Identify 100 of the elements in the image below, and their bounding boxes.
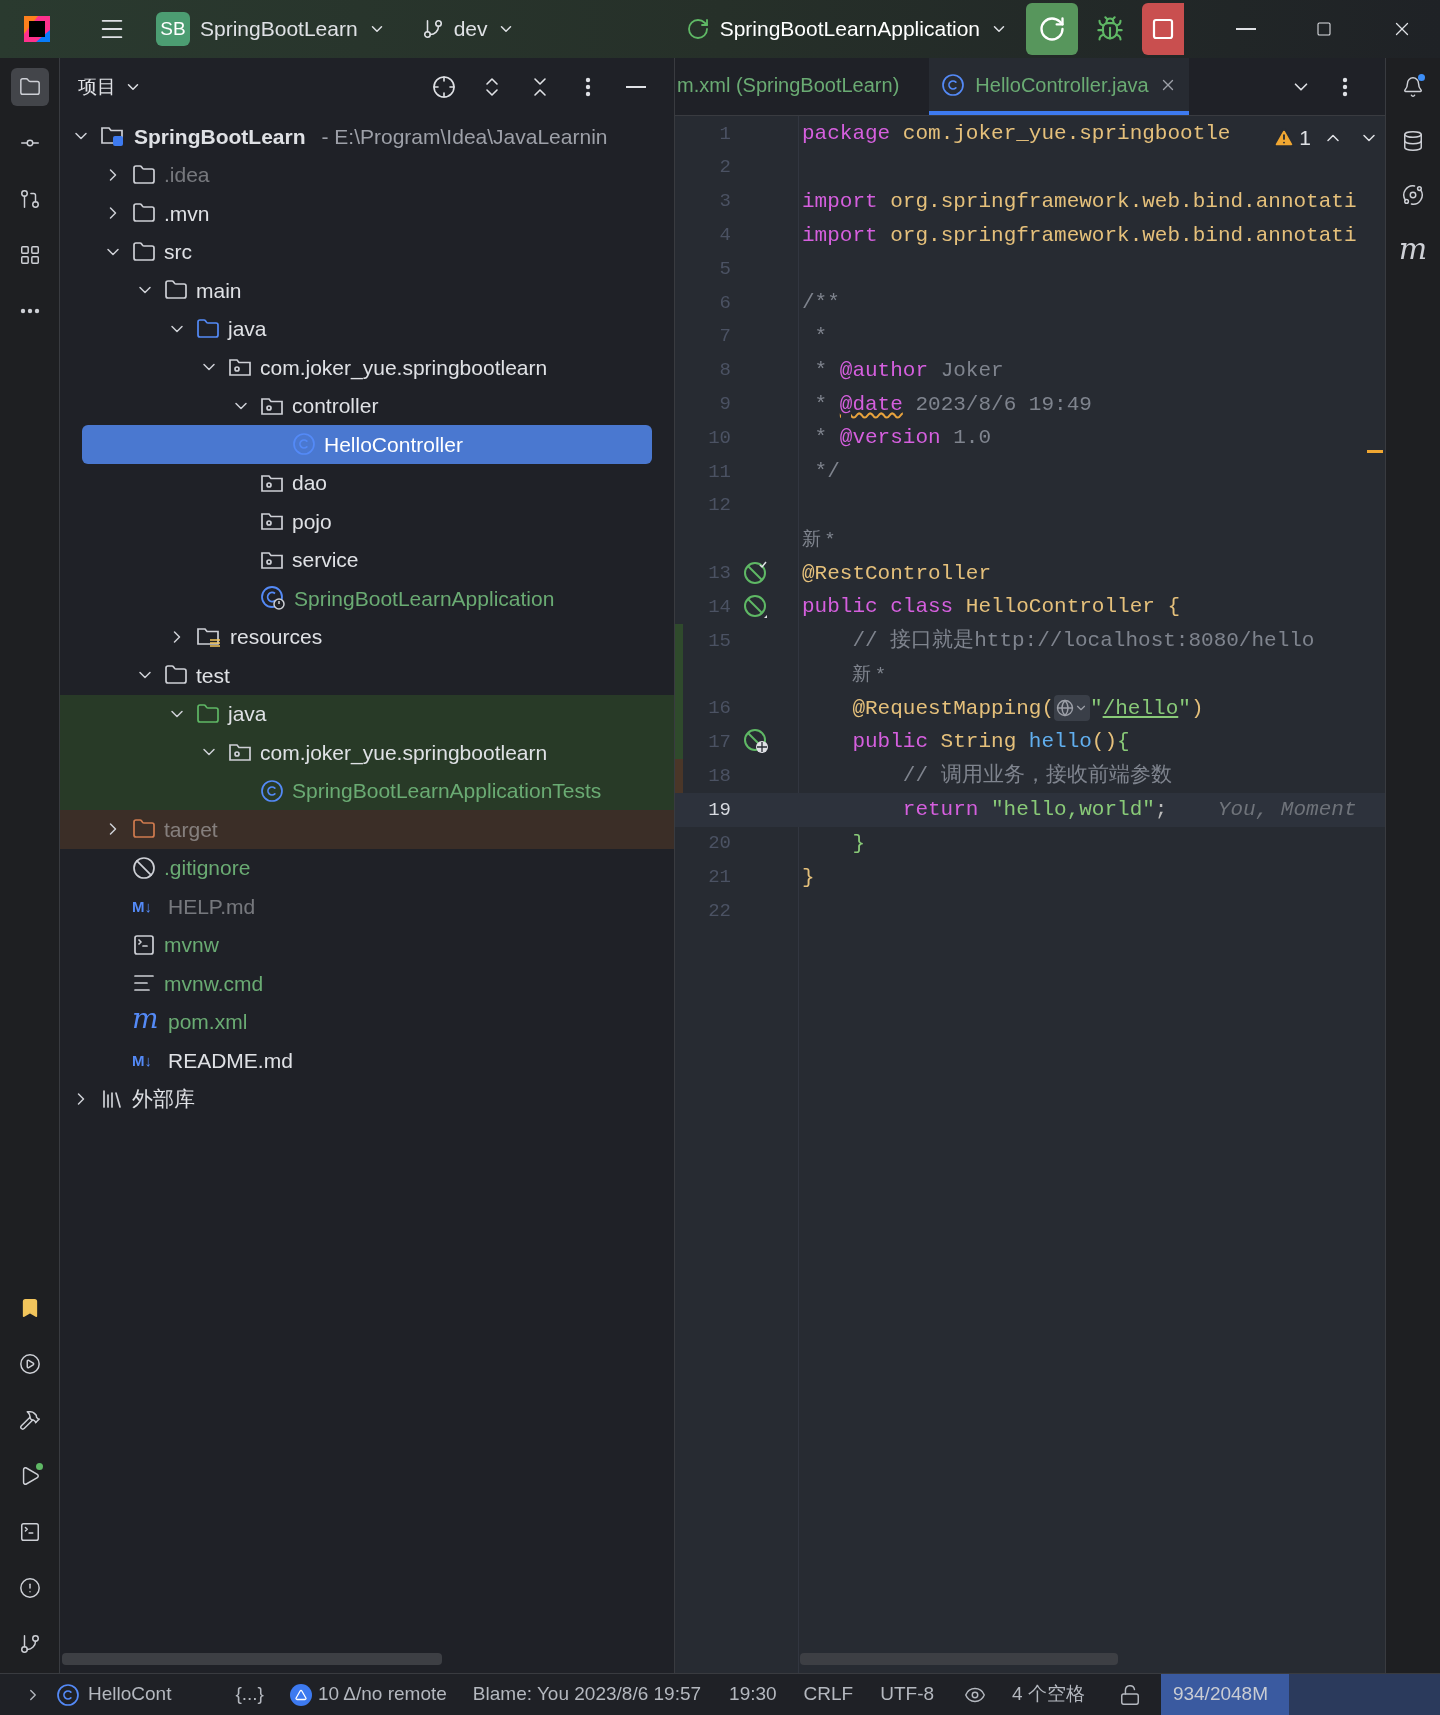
minimize-icon	[626, 86, 646, 88]
maven-button[interactable]: m	[1394, 230, 1432, 268]
tree-item[interactable]: 外部库	[60, 1079, 674, 1118]
code-text: */	[814, 459, 840, 486]
code-text: }	[802, 864, 815, 891]
problems-icon	[18, 1577, 41, 1599]
database-icon	[1402, 130, 1424, 152]
tree-item[interactable]: test	[60, 656, 674, 695]
lock-open-icon[interactable]	[1118, 1683, 1141, 1706]
code-text: /**	[802, 290, 840, 317]
tree-item[interactable]: main	[60, 271, 674, 310]
hammer-icon	[18, 1409, 41, 1431]
tree-item[interactable]: mvnw	[60, 925, 674, 964]
vcs-widget[interactable]: 10 Δ/no remote	[289, 1680, 447, 1709]
project-name: SpringBootLearn	[200, 16, 358, 43]
tree-item[interactable]: M↓ HELP.md	[60, 887, 674, 926]
tree-item[interactable]: java	[60, 694, 674, 733]
branch-selector[interactable]: dev	[415, 8, 522, 50]
project-folder-icon	[100, 124, 126, 149]
line-number: 19	[708, 798, 731, 821]
orbit-icon	[1402, 184, 1424, 206]
tree-item[interactable]: java	[60, 309, 674, 348]
stop-button[interactable]	[1142, 3, 1184, 55]
project-avatar: SB	[156, 12, 190, 46]
author-hint: 新 *	[852, 661, 885, 686]
bean-icon[interactable]	[743, 594, 769, 621]
more-icon	[585, 77, 591, 97]
code-text: * @date 2023/8/6 19:49	[814, 391, 1092, 418]
tree-item[interactable]: com.joker_yue.springbootlearn	[60, 348, 674, 387]
bean-check-icon[interactable]	[743, 560, 769, 587]
folder-icon	[132, 162, 156, 187]
code-text: import org.springframework.web.bind.annotati	[802, 188, 1357, 215]
tree-item[interactable]: SpringBootLearnApplicationTests	[60, 771, 674, 810]
panel-title-dropdown[interactable]: 项目	[78, 72, 142, 102]
code-text: package com.joker_yue.springbootle	[802, 121, 1231, 148]
tree-item[interactable]: .idea	[60, 155, 674, 194]
code-text: @RestController	[802, 560, 992, 587]
code-text: }	[852, 830, 865, 857]
markdown-label: M↓	[132, 1052, 153, 1068]
rerun-icon	[1038, 15, 1066, 43]
code-text: import org.springframework.web.bind.annotati	[802, 222, 1357, 249]
globe-icon	[1056, 699, 1075, 718]
code-text: * @author Joker	[814, 357, 1004, 384]
tree-item[interactable]: HelloController	[82, 425, 652, 464]
markdown-label: M↓	[132, 898, 153, 914]
warning-count[interactable]: 1	[1273, 122, 1311, 154]
run-config-icon	[685, 17, 710, 41]
services-icon	[18, 1353, 41, 1375]
terminal-icon	[132, 932, 156, 957]
code-text: "/hello")	[1090, 695, 1204, 722]
tree-item[interactable]: src	[60, 232, 674, 271]
class-icon	[56, 1682, 80, 1707]
app-logo-icon	[22, 14, 52, 44]
code-text: // 接口就是http://localhost:8080/hello	[852, 627, 1315, 655]
crosshair-icon	[432, 75, 456, 99]
warning-stripe-mark	[1367, 450, 1383, 453]
line-separator[interactable]: CRLF	[803, 1680, 854, 1709]
stop-icon	[1151, 17, 1175, 41]
ban-icon	[132, 855, 156, 880]
bell-icon	[1402, 76, 1424, 98]
tree-item[interactable]: .mvn	[60, 194, 674, 233]
branch-name: dev	[453, 16, 488, 43]
editor-tab[interactable]: m.xml (SpringBootLearn)	[675, 58, 930, 115]
file-encoding[interactable]: UTF-8	[880, 1680, 935, 1709]
tree-item[interactable]: pojo	[60, 502, 674, 541]
tree-item[interactable]: SpringBootLearnApplication	[60, 579, 674, 618]
memory-indicator[interactable]: 934/2048M	[1160, 1674, 1440, 1715]
code-text: return "hello,world"; You, Moment	[902, 797, 1357, 824]
git-icon	[18, 1633, 41, 1655]
tree-item[interactable]: resources	[60, 617, 674, 656]
branch-icon	[421, 18, 444, 40]
horizontal-scrollbar[interactable]	[62, 1653, 442, 1665]
breadcrumb-item[interactable]: HelloCont	[56, 1680, 172, 1709]
code-context[interactable]: {...}	[235, 1680, 264, 1709]
folder-button[interactable]	[10, 68, 49, 106]
tree-item[interactable]: controller	[60, 386, 674, 425]
indent-setting[interactable]: 4 个空格	[1012, 1680, 1085, 1709]
folder-icon	[196, 701, 220, 726]
blame-info[interactable]: Blame: You 2023/8/6 19:57	[472, 1680, 702, 1709]
tree-item[interactable]: SpringBootLearn - E:\Program\Idea\JavaLearnin	[60, 117, 674, 156]
rerun-button[interactable]	[1026, 3, 1078, 55]
globe-dropdown[interactable]	[1054, 695, 1091, 722]
caret-position[interactable]: 19:30	[729, 1680, 777, 1709]
tree-item[interactable]: dao	[60, 463, 674, 502]
maven-label: m	[132, 1004, 160, 1033]
code-text: *	[814, 323, 828, 350]
maximize-icon	[1316, 21, 1332, 37]
more-icon	[19, 308, 40, 314]
tree-item[interactable]: M↓ README.md	[60, 1041, 674, 1080]
tree-item[interactable]: service	[60, 540, 674, 579]
project-selector[interactable]: SB SpringBootLearn	[150, 8, 392, 50]
folder-icon	[18, 76, 41, 98]
tree-item[interactable]: .gitignore	[60, 848, 674, 887]
folder-icon	[196, 316, 220, 341]
tree-item[interactable]: m pom.xml	[60, 1002, 674, 1041]
editor-tab[interactable]: HelloController.java	[929, 58, 1189, 115]
tree-item[interactable]: mvnw.cmd	[60, 964, 674, 1003]
tree-item[interactable]: com.joker_yue.springbootlearn	[60, 733, 674, 772]
terminal-icon	[18, 1521, 41, 1543]
run-config-selector[interactable]: SpringBootLearnApplication	[679, 8, 1014, 50]
